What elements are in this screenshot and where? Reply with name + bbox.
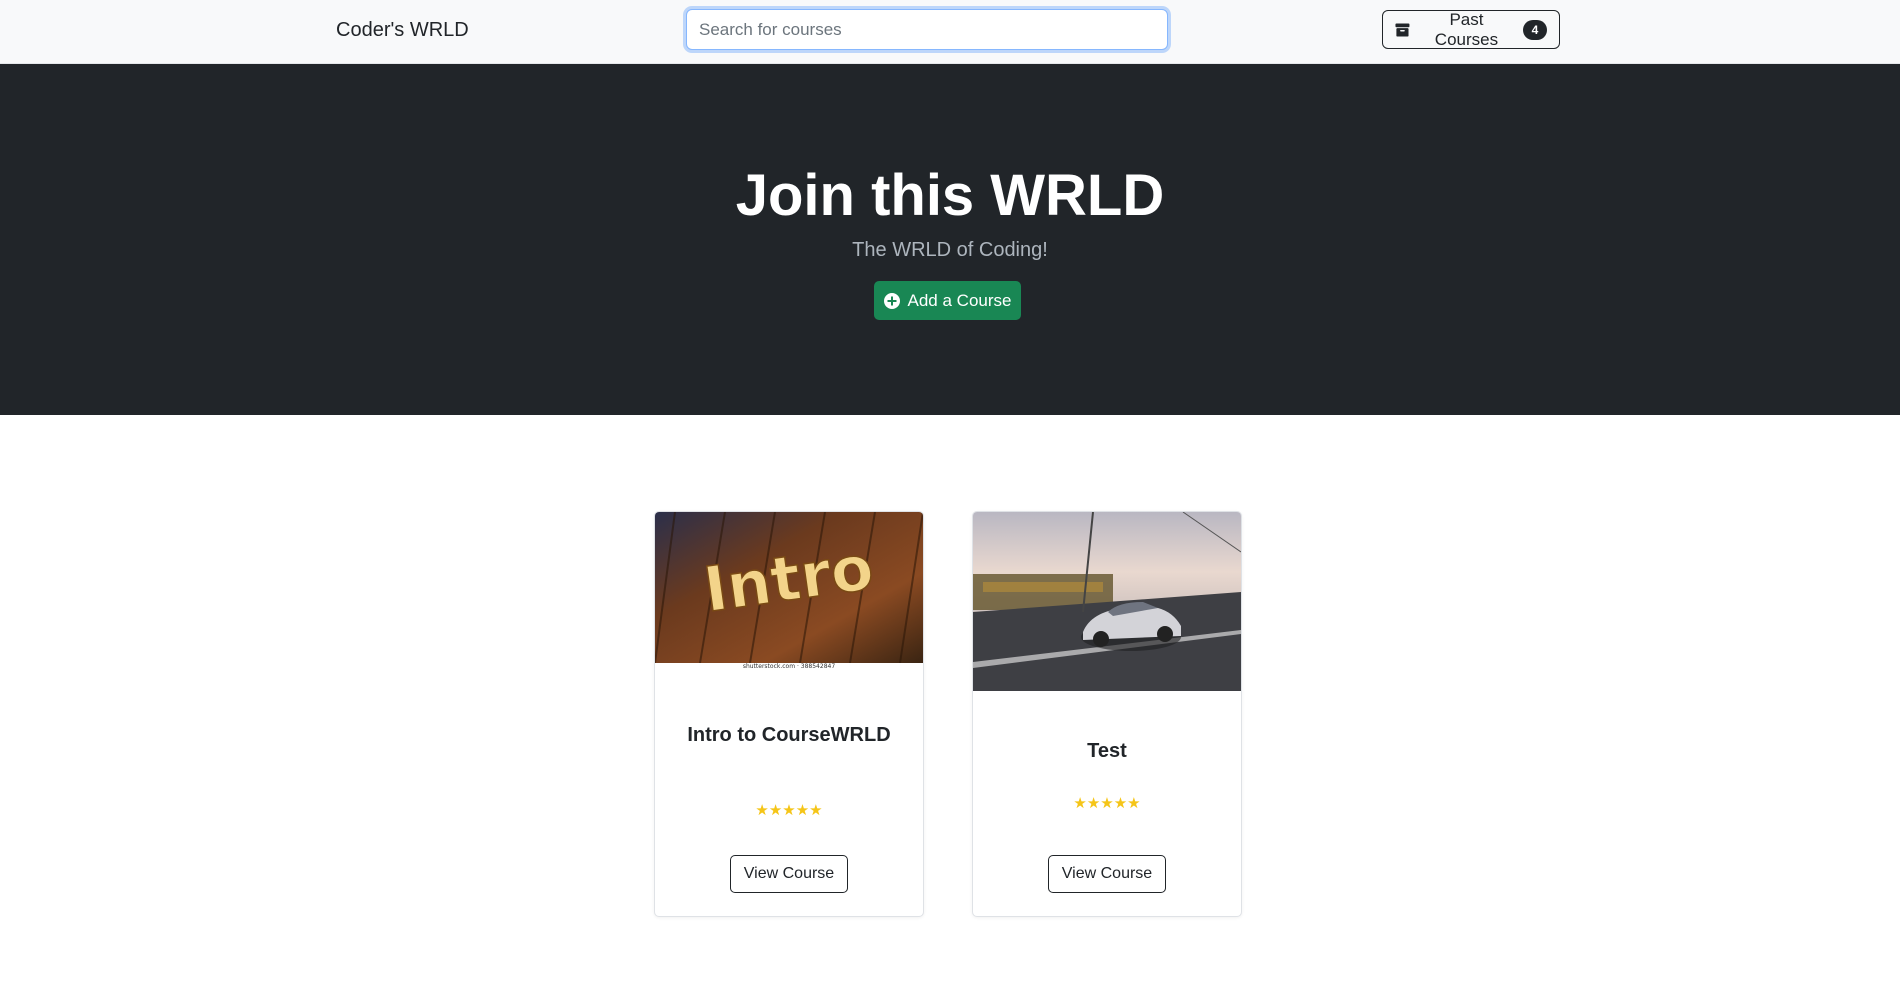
star-rating: ★★★★★ xyxy=(1073,795,1141,812)
hero-subtitle: The WRLD of Coding! xyxy=(852,239,1048,261)
course-title: Test xyxy=(1087,740,1127,762)
brand-logo[interactable]: Coder's WRLD xyxy=(336,16,469,44)
past-courses-count-badge: 4 xyxy=(1523,19,1547,40)
course-title: Intro to CourseWRLD xyxy=(687,724,891,746)
archive-box-icon xyxy=(1395,22,1410,37)
past-courses-label: Past Courses xyxy=(1434,9,1499,49)
search-input[interactable] xyxy=(686,9,1168,50)
past-courses-button[interactable]: Past Courses 4 xyxy=(1382,10,1560,49)
course-card: Test ★★★★★ View Course xyxy=(972,511,1242,917)
add-course-label: Add a Course xyxy=(907,290,1012,310)
hero-title: Join this WRLD xyxy=(735,163,1165,228)
add-course-button[interactable]: Add a Course xyxy=(874,281,1021,320)
thumbnail-watermark: shutterstock.com · 388542847 xyxy=(742,663,836,670)
view-course-button[interactable]: View Course xyxy=(730,855,848,893)
star-rating: ★★★★★ xyxy=(755,802,823,819)
view-course-button[interactable]: View Course xyxy=(1048,855,1166,893)
course-thumbnail-car xyxy=(973,512,1241,691)
course-thumbnail-intro: Intro shutterstock.com · 388542847 xyxy=(655,512,923,674)
plus-circle-icon xyxy=(883,292,900,309)
navbar: Coder's WRLD Past Courses 4 xyxy=(0,0,1900,64)
course-card: Intro shutterstock.com · 388542847 Intro… xyxy=(654,511,924,917)
hero-banner: Join this WRLD The WRLD of Coding! Add a… xyxy=(0,64,1900,415)
